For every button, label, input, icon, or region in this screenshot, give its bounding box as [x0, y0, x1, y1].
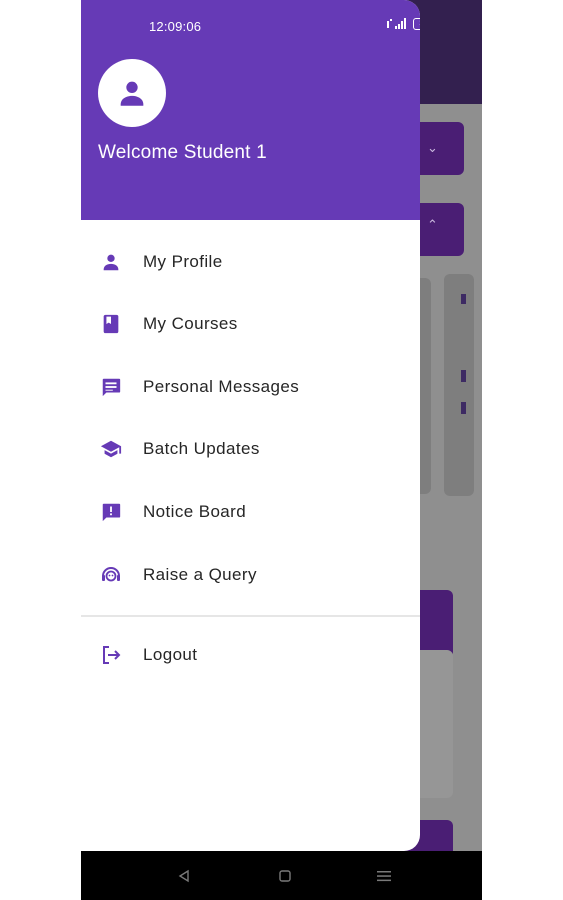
book-icon: [99, 312, 123, 336]
logout-icon: [99, 643, 123, 667]
menu-item-label: Personal Messages: [143, 377, 300, 396]
status-icons: 100: [387, 18, 420, 30]
support-agent-icon: [99, 563, 123, 587]
menu-item-label: Notice Board: [143, 502, 247, 521]
drawer-header: 12:09:06 100: [81, 0, 420, 220]
menu-item-label: Batch Updates: [143, 439, 260, 458]
chevron-up-icon: ⌃: [427, 217, 438, 232]
signal-icon: [387, 18, 406, 29]
menu-item-raise-a-query[interactable]: Raise a Query: [81, 547, 420, 603]
menu-item-label: Raise a Query: [143, 565, 257, 584]
menu-item-label: Logout: [143, 645, 198, 664]
navigation-drawer: 12:09:06 100: [81, 0, 420, 851]
home-icon[interactable]: [275, 866, 295, 886]
chevron-down-icon: ⌄: [427, 140, 438, 155]
avatar[interactable]: [98, 59, 166, 127]
recents-icon[interactable]: [374, 866, 394, 886]
person-icon: [99, 250, 123, 274]
menu-item-batch-updates[interactable]: Batch Updates: [81, 421, 420, 477]
menu-item-logout[interactable]: Logout: [81, 627, 420, 683]
back-icon[interactable]: [174, 866, 194, 886]
menu-item-notice-board[interactable]: Notice Board: [81, 484, 420, 540]
menu-item-label: My Courses: [143, 314, 238, 333]
phone-screen: ⌄ ⌃ 12:09:06 Welcome Student 1 My Profil…: [81, 0, 482, 900]
message-icon: [99, 375, 123, 399]
battery-level: 100: [414, 19, 420, 29]
school-icon: [99, 437, 123, 461]
menu-divider: [81, 615, 420, 617]
menu-item-my-profile[interactable]: My Profile: [81, 234, 420, 290]
menu-item-label: My Profile: [143, 252, 223, 271]
menu-item-personal-messages[interactable]: Personal Messages: [81, 359, 420, 415]
announcement-icon: [99, 500, 123, 524]
menu-item-my-courses[interactable]: My Courses: [81, 296, 420, 352]
battery-icon: 100: [413, 18, 420, 30]
background-card-2: [444, 274, 474, 496]
system-nav-bar: [81, 851, 482, 900]
person-icon: [120, 81, 144, 106]
welcome-text: Welcome Student 1: [98, 142, 267, 163]
status-time: 12:09:06: [149, 19, 202, 34]
